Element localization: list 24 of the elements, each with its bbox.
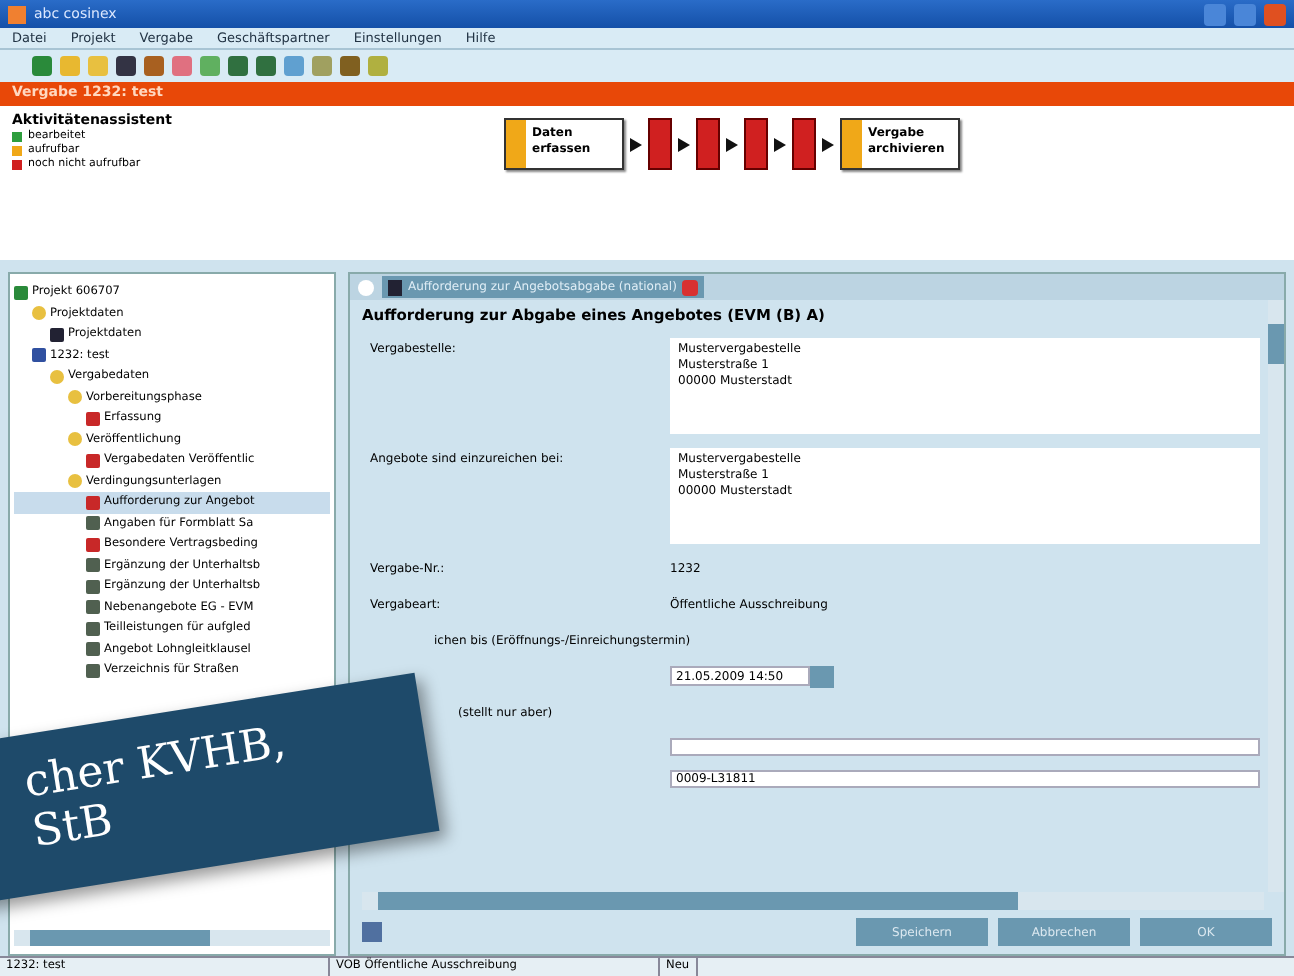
close-icon[interactable] xyxy=(682,279,699,295)
document-icon xyxy=(86,453,100,468)
workflow-step[interactable] xyxy=(696,118,720,170)
arrow-icon xyxy=(822,137,834,151)
document-icon xyxy=(14,285,28,300)
arrow-icon xyxy=(630,137,642,151)
scrollbar[interactable] xyxy=(1268,300,1284,892)
folder-icon xyxy=(32,306,46,321)
workflow-step[interactable] xyxy=(744,118,768,170)
workflow-step[interactable] xyxy=(648,118,672,170)
maximize-button[interactable] xyxy=(1234,3,1256,25)
scrollbar[interactable] xyxy=(362,892,1264,910)
scrollbar[interactable] xyxy=(14,930,330,946)
folder-icon xyxy=(68,432,82,447)
arrow-icon xyxy=(678,137,690,151)
arrow-icon xyxy=(774,137,786,151)
workflow-step[interactable] xyxy=(792,118,816,170)
input-field[interactable] xyxy=(670,738,1260,756)
folder-icon xyxy=(68,474,82,489)
app-icon xyxy=(8,5,26,23)
close-button[interactable] xyxy=(1264,3,1286,25)
document-icon xyxy=(86,411,100,426)
arrow-icon xyxy=(726,137,738,151)
minimize-button[interactable] xyxy=(1204,3,1226,25)
